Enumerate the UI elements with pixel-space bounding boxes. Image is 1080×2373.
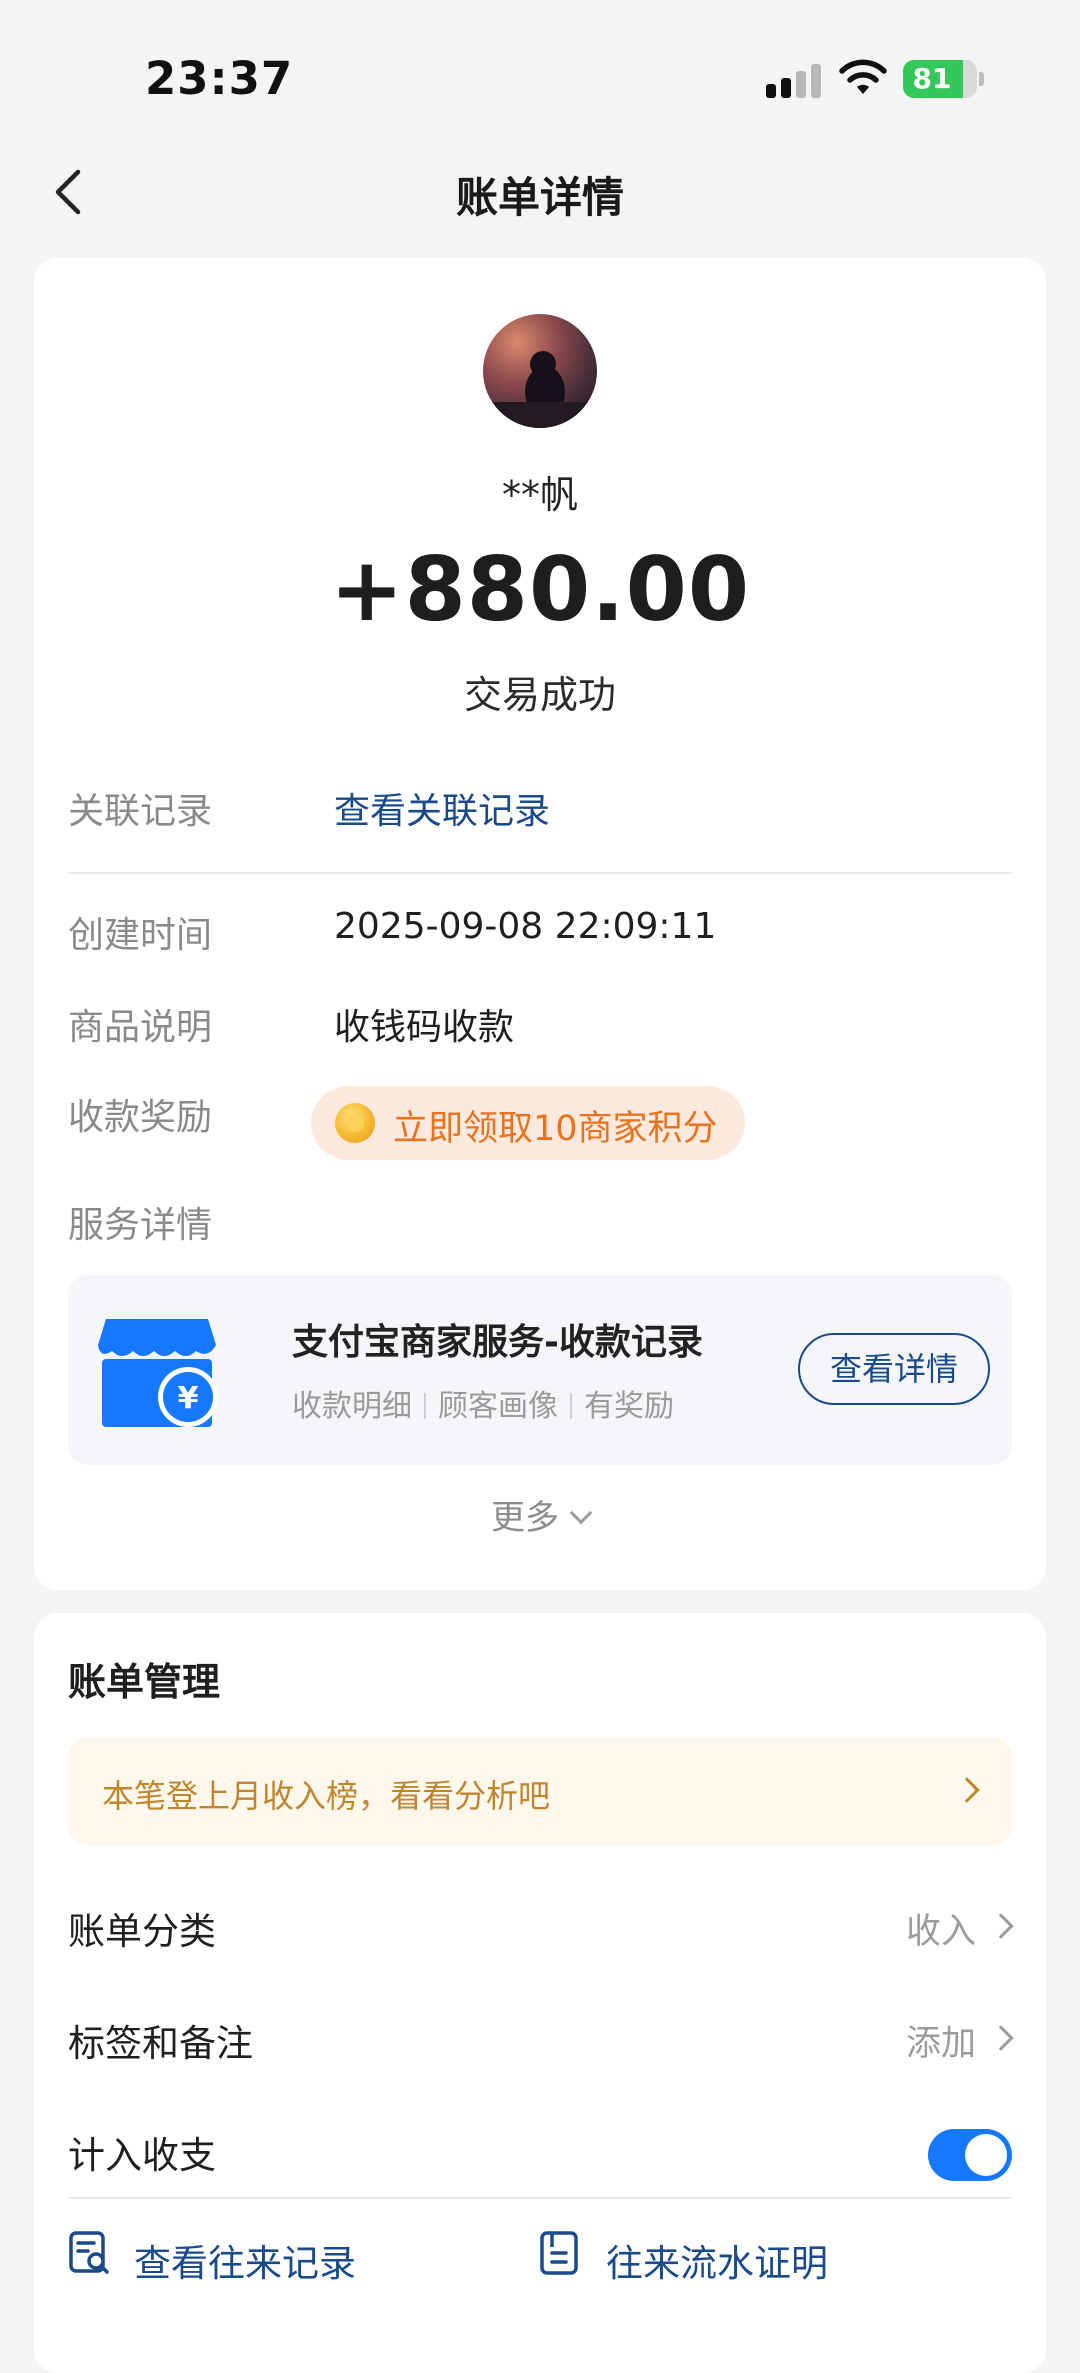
- nav-bar: 账单详情: [0, 150, 1080, 234]
- product-desc-label: 商品说明: [68, 1007, 213, 1048]
- created-time-label: 创建时间: [68, 915, 213, 956]
- store-icon: ¥: [98, 1319, 218, 1427]
- more-label: 更多: [491, 1498, 559, 1538]
- transaction-card: **帆 +880.00 交易成功 关联记录 查看关联记录 创建时间 2025-0…: [34, 258, 1046, 1590]
- transaction-amount: +880.00: [329, 538, 751, 641]
- product-desc-value: 收钱码收款: [334, 1007, 515, 1048]
- reward-label: 收款奖励: [68, 1097, 213, 1138]
- count-in-budget-label: 计入收支: [68, 2134, 216, 2177]
- more-toggle[interactable]: 更多: [34, 1490, 1046, 1539]
- claim-points-button[interactable]: 立即领取10商家积分: [311, 1086, 745, 1160]
- count-in-budget-toggle[interactable]: [928, 2129, 1012, 2181]
- service-details-label: 服务详情: [68, 1205, 213, 1246]
- bill-category-value[interactable]: 收入: [906, 1903, 976, 1954]
- battery-cap: [979, 72, 984, 86]
- tags-notes-label: 标签和备注: [68, 2022, 253, 2065]
- bill-category-label: 账单分类: [68, 1910, 216, 1953]
- chevron-down-icon: [569, 1501, 593, 1525]
- divider: [68, 872, 1012, 874]
- related-records-link[interactable]: 查看关联记录: [334, 782, 550, 834]
- created-time-value: 2025-09-08 22:09:11: [334, 906, 717, 947]
- wifi-icon: [839, 59, 887, 94]
- chevron-right-icon: [954, 1777, 980, 1803]
- divider: [68, 2197, 1012, 2199]
- chevron-right-icon: [988, 2025, 1014, 2051]
- chevron-right-icon: [988, 1913, 1014, 1939]
- counterparty-name: **帆: [501, 473, 578, 517]
- service-tag: 顾客画像: [438, 1389, 558, 1424]
- service-tag: 收款明细: [292, 1389, 412, 1424]
- cellular-signal-icon: [766, 64, 822, 98]
- view-records-link[interactable]: 查看往来记录: [134, 2233, 356, 2287]
- tags-notes-value[interactable]: 添加: [906, 2015, 976, 2066]
- statement-icon: [540, 2231, 578, 2275]
- service-tags: 收款明细 顾客画像 有奖励: [292, 1381, 674, 1425]
- svg-text:¥: ¥: [178, 1381, 199, 1416]
- section-title: 账单管理: [68, 1660, 221, 1704]
- records-search-icon: [69, 2231, 109, 2274]
- claim-points-label: 立即领取10商家积分: [393, 1109, 718, 1149]
- toggle-knob: [965, 2134, 1007, 2176]
- banner-text: 本笔登上月收入榜，看看分析吧: [102, 1777, 551, 1815]
- battery-icon: 81: [903, 60, 977, 98]
- status-time: 23:37: [145, 52, 294, 105]
- battery-level: 81: [912, 62, 952, 95]
- related-records-label: 关联记录: [68, 791, 213, 832]
- coin-icon: [335, 1103, 375, 1143]
- avatar[interactable]: [483, 314, 597, 428]
- service-title: 支付宝商家服务-收款记录: [292, 1322, 703, 1363]
- status-bar: 23:37 81: [0, 0, 1080, 140]
- flow-proof-link[interactable]: 往来流水证明: [606, 2233, 828, 2287]
- view-details-button[interactable]: 查看详情: [798, 1333, 990, 1405]
- page-title: 账单详情: [455, 173, 624, 222]
- merchant-service-card[interactable]: ¥ 支付宝商家服务-收款记录 收款明细 顾客画像 有奖励 查看详情: [68, 1275, 1012, 1465]
- bill-management-card: 账单管理 本笔登上月收入榜，看看分析吧 账单分类 收入 标签和备注 添加 计入收…: [34, 1613, 1046, 2373]
- transaction-status: 交易成功: [463, 673, 616, 717]
- income-ranking-banner[interactable]: 本笔登上月收入榜，看看分析吧: [68, 1737, 1012, 1845]
- service-tag: 有奖励: [584, 1389, 674, 1424]
